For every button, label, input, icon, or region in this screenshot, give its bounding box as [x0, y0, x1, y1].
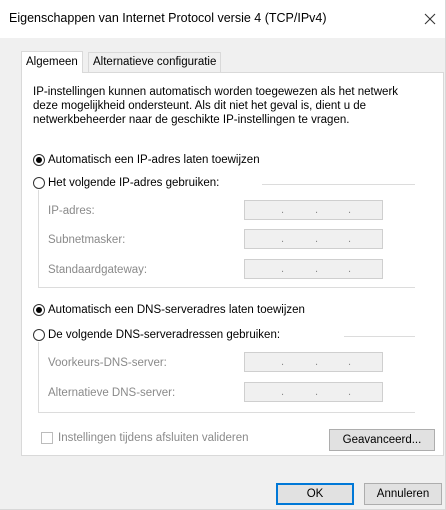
window-title: Eigenschappen van Internet Protocol vers… — [9, 11, 327, 25]
ip-address-input[interactable]: ... — [244, 200, 383, 220]
ip-group-left-border — [38, 190, 39, 287]
validate-settings-checkbox[interactable]: Instellingen tijdens afsluiten valideren — [41, 432, 249, 444]
alternate-dns-label: Alternatieve DNS-server: — [48, 387, 176, 399]
ip-group-top-border — [262, 184, 415, 185]
dns-group-top-border — [344, 336, 415, 337]
default-gateway-input[interactable]: ... — [244, 259, 383, 279]
radio-manual-ip-indicator — [33, 177, 45, 189]
validate-settings-label: Instellingen tijdens afsluiten valideren — [58, 432, 249, 444]
radio-manual-dns-indicator — [33, 329, 45, 341]
radio-auto-dns-label: Automatisch een DNS-serveradres laten to… — [48, 304, 305, 316]
radio-manual-ip[interactable]: Het volgende IP-adres gebruiken: — [33, 177, 219, 189]
preferred-dns-input[interactable]: ... — [244, 352, 383, 372]
subnet-mask-label: Subnetmasker: — [48, 234, 126, 246]
preferred-dns-label: Voorkeurs-DNS-server: — [48, 357, 167, 369]
ok-button[interactable]: OK — [276, 483, 354, 505]
dns-group-left-border — [38, 342, 39, 412]
alternate-dns-input[interactable]: ... — [244, 382, 383, 402]
title-bar: Eigenschappen van Internet Protocol vers… — [0, 0, 445, 38]
radio-auto-dns-indicator — [33, 304, 45, 316]
radio-manual-ip-label: Het volgende IP-adres gebruiken: — [48, 177, 220, 189]
default-gateway-label: Standaardgateway: — [48, 264, 148, 276]
radio-auto-dns[interactable]: Automatisch een DNS-serveradres laten to… — [33, 304, 305, 316]
ip-group-bottom-border — [38, 287, 415, 288]
tab-general[interactable]: Algemeen — [21, 51, 83, 73]
intro-text: IP-instellingen kunnen automatisch worde… — [33, 86, 399, 126]
radio-manual-dns-label: De volgende DNS-serveradressen gebruiken… — [48, 329, 281, 341]
radio-auto-ip[interactable]: Automatisch een IP-adres laten toewijzen — [33, 154, 260, 166]
dns-group-bottom-border — [38, 412, 415, 413]
radio-auto-ip-indicator — [33, 154, 45, 166]
cancel-button[interactable]: Annuleren — [364, 483, 442, 505]
close-button[interactable] — [415, 6, 445, 32]
radio-auto-ip-label: Automatisch een IP-adres laten toewijzen — [48, 154, 260, 166]
ip-address-label: IP-adres: — [48, 205, 95, 217]
tab-alternative-configuration[interactable]: Alternatieve configuratie — [88, 52, 222, 72]
validate-settings-checkbox-box — [41, 432, 53, 444]
close-icon — [424, 13, 436, 25]
advanced-button[interactable]: Geavanceerd... — [329, 429, 435, 451]
radio-manual-dns[interactable]: De volgende DNS-serveradressen gebruiken… — [33, 329, 280, 341]
dialog-window: Eigenschappen van Internet Protocol vers… — [0, 0, 446, 510]
subnet-mask-input[interactable]: ... — [244, 229, 383, 249]
